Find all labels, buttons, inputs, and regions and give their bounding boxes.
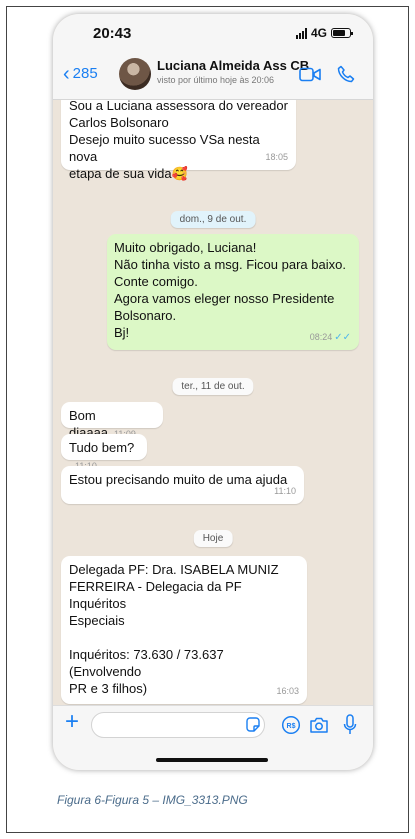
- battery-icon: [331, 28, 353, 38]
- camera-icon[interactable]: [309, 716, 329, 734]
- message-incoming: Tudo bem?11:10: [61, 434, 147, 471]
- microphone-icon[interactable]: [343, 714, 357, 736]
- date-divider: Hoje: [193, 530, 233, 547]
- message-time: 16:03: [276, 686, 299, 696]
- message-incoming: Estou precisando muito de uma ajuda 11:1…: [61, 466, 304, 504]
- phone-call-icon[interactable]: [337, 65, 355, 83]
- payment-icon[interactable]: R$: [281, 715, 301, 735]
- message-text: Muito obrigado, Luciana! Não tinha visto…: [114, 240, 346, 340]
- figure-frame: 20:43 4G ‹ 285 Luciana Almeida Ass CB vi…: [6, 6, 409, 833]
- svg-text:R$: R$: [287, 723, 296, 730]
- message-text: Delegada PF: Dra. ISABELA MUNIZ FERREIRA…: [69, 562, 279, 696]
- read-ticks-icon: ✓✓: [334, 332, 351, 343]
- date-divider: dom., 9 de out.: [170, 211, 256, 228]
- plus-icon[interactable]: +: [65, 710, 79, 734]
- contact-info[interactable]: Luciana Almeida Ass CB visto por último …: [157, 58, 309, 85]
- date-divider: ter., 11 de out.: [172, 378, 254, 395]
- message-text: Sou a Luciana assessora do vereador Carl…: [69, 100, 288, 181]
- message-text: Tudo bem?: [69, 440, 135, 455]
- back-button[interactable]: ‹ 285: [63, 62, 98, 85]
- home-indicator: [156, 758, 268, 762]
- avatar[interactable]: [119, 58, 151, 90]
- message-incoming: Bom diaaaa11:09: [61, 402, 163, 440]
- sticker-icon[interactable]: [245, 717, 261, 733]
- composer-bar: + R$: [53, 705, 373, 770]
- signal-icon: [295, 27, 307, 39]
- network-label: 4G: [310, 26, 327, 40]
- contact-name: Luciana Almeida Ass CB: [157, 58, 310, 73]
- message-time: 18:05: [265, 152, 288, 162]
- last-seen: visto por último hoje às 20:06: [157, 75, 275, 85]
- status-time: 20:43: [93, 25, 132, 42]
- chevron-left-icon: ‹: [63, 62, 70, 85]
- message-time: 08:24 ✓✓: [309, 332, 351, 343]
- unread-count: 285: [72, 65, 98, 82]
- status-bar: 20:43 4G: [53, 14, 373, 52]
- phone-screen: 20:43 4G ‹ 285 Luciana Almeida Ass CB vi…: [53, 14, 373, 770]
- message-incoming: Sou a Luciana assessora do vereador Carl…: [61, 100, 296, 181]
- video-call-icon[interactable]: [299, 67, 321, 82]
- message-incoming: Delegada PF: Dra. ISABELA MUNIZ FERREIRA…: [61, 556, 307, 704]
- chat-area[interactable]: Sou a Luciana assessora do vereador Carl…: [53, 100, 373, 705]
- message-input[interactable]: [91, 712, 265, 738]
- message-outgoing: Muito obrigado, Luciana! Não tinha visto…: [107, 234, 359, 350]
- status-indicators: 4G: [295, 26, 353, 40]
- figure-caption: Figura 6-Figura 5 – IMG_3313.PNG: [57, 793, 248, 807]
- message-text: Estou precisando muito de uma ajuda: [69, 472, 288, 487]
- chat-header: ‹ 285 Luciana Almeida Ass CB visto por ú…: [53, 52, 373, 100]
- message-time: 11:10: [274, 486, 296, 496]
